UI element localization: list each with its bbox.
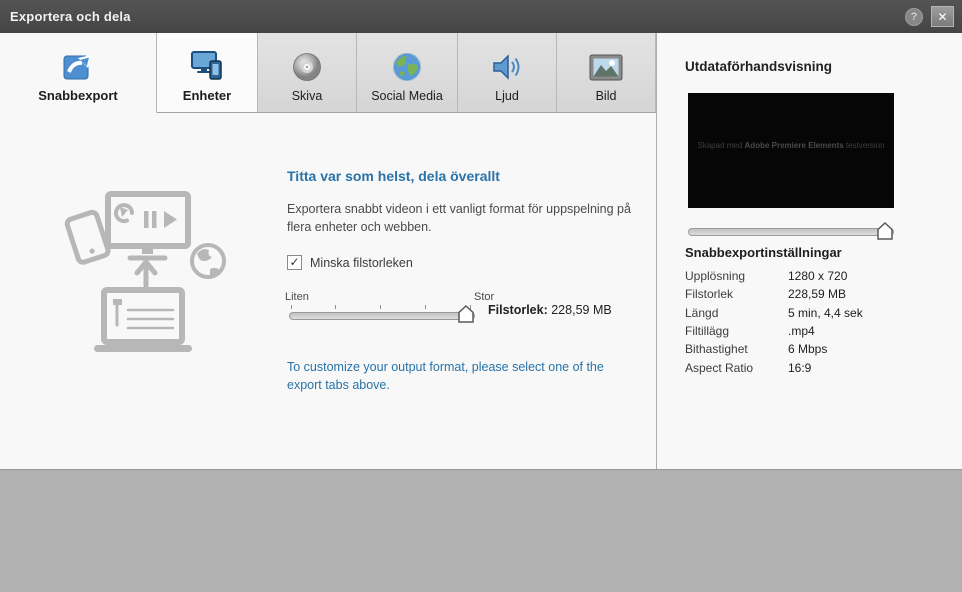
settings-list: Upplösning 1280 x 720 Filstorlek 228,59 MB… [685, 267, 945, 377]
filesize-slider-thumb[interactable] [458, 305, 474, 323]
globe-icon [392, 52, 422, 82]
preview-scrub-slider[interactable] [688, 222, 894, 240]
export-tabs: Snabbexport Enheter Skiva Social Media L… [0, 33, 656, 113]
checkbox-label: Minska filstorleken [310, 255, 413, 270]
tab-label: Social Media [371, 89, 443, 103]
tab-label: Snabbexport [38, 88, 118, 103]
tab-skiva[interactable]: Skiva [258, 33, 357, 113]
setting-row: Filtillägg .mp4 [685, 324, 815, 339]
quick-export-icon [61, 51, 95, 81]
dialog-title: Exportera och dela [10, 9, 131, 24]
tab-label: Enheter [182, 88, 232, 103]
output-preview-panel: Utdataförhandsvisning Skapad med Adobe P… [656, 33, 962, 469]
export-share-dialog: Exportera och dela ? ✕ Snabbexport Enhet… [0, 0, 962, 592]
setting-row: Aspect Ratio 16:9 [685, 360, 812, 375]
slider-max-label: Stor [474, 291, 495, 303]
setting-row: Filstorlek 228,59 MB [685, 287, 847, 302]
tab-label: Skiva [291, 89, 323, 103]
slider-min-label: Liten [285, 291, 309, 303]
quick-export-heading: Titta var som helst, dela överallt [287, 168, 500, 184]
preview-heading: Utdataförhandsvisning [685, 59, 833, 74]
quick-export-panel: Titta var som helst, dela överallt Expor… [0, 113, 656, 469]
tab-bild[interactable]: Bild [557, 33, 656, 113]
picture-icon [589, 54, 623, 82]
quick-export-settings-heading: Snabbexportinställningar [685, 245, 842, 260]
filesize-value: 228,59 MB [551, 303, 612, 317]
tab-label: Bild [595, 89, 617, 103]
filesize-readout: Filstorlek: 228,59 MB [488, 303, 612, 317]
preview-slider-track[interactable] [688, 228, 894, 236]
setting-row: Upplösning 1280 x 720 [685, 269, 848, 284]
setting-row: Bithastighet 6 Mbps [685, 342, 828, 357]
filesize-slider-track[interactable] [289, 312, 475, 320]
tab-enheter[interactable]: Enheter [157, 33, 258, 113]
speaker-icon [491, 52, 523, 82]
tab-social-media[interactable]: Social Media [357, 33, 458, 113]
devices-icon [189, 49, 225, 81]
close-icon[interactable]: ✕ [931, 6, 954, 27]
checkbox-check-icon[interactable]: ✓ [287, 255, 302, 270]
help-icon[interactable]: ? [905, 7, 923, 26]
customize-note: To customize your output format, please … [287, 360, 604, 392]
title-bar: Exportera och dela ? ✕ [0, 0, 962, 33]
filesize-slider[interactable] [289, 305, 475, 326]
filesize-label: Filstorlek: [488, 303, 548, 317]
reduce-filesize-checkbox[interactable]: ✓ Minska filstorleken [287, 255, 413, 270]
tab-snabbexport[interactable]: Snabbexport [0, 33, 157, 113]
disc-icon [292, 52, 322, 82]
tab-label: Ljud [495, 89, 519, 103]
preview-slider-thumb[interactable] [877, 222, 893, 240]
devices-illustration [60, 189, 230, 357]
footer-bar: Filnamn Mål Bläddra Spara Avbryt [0, 469, 962, 592]
watermark-text: Skapad med Adobe Premiere Elements testv… [697, 141, 885, 150]
setting-row: Längd 5 min, 4,4 sek [685, 305, 863, 320]
video-preview: Skapad med Adobe Premiere Elements testv… [688, 93, 894, 208]
quick-export-description: Exportera snabbt videon i ett vanligt fo… [287, 202, 631, 234]
tab-ljud[interactable]: Ljud [458, 33, 557, 113]
